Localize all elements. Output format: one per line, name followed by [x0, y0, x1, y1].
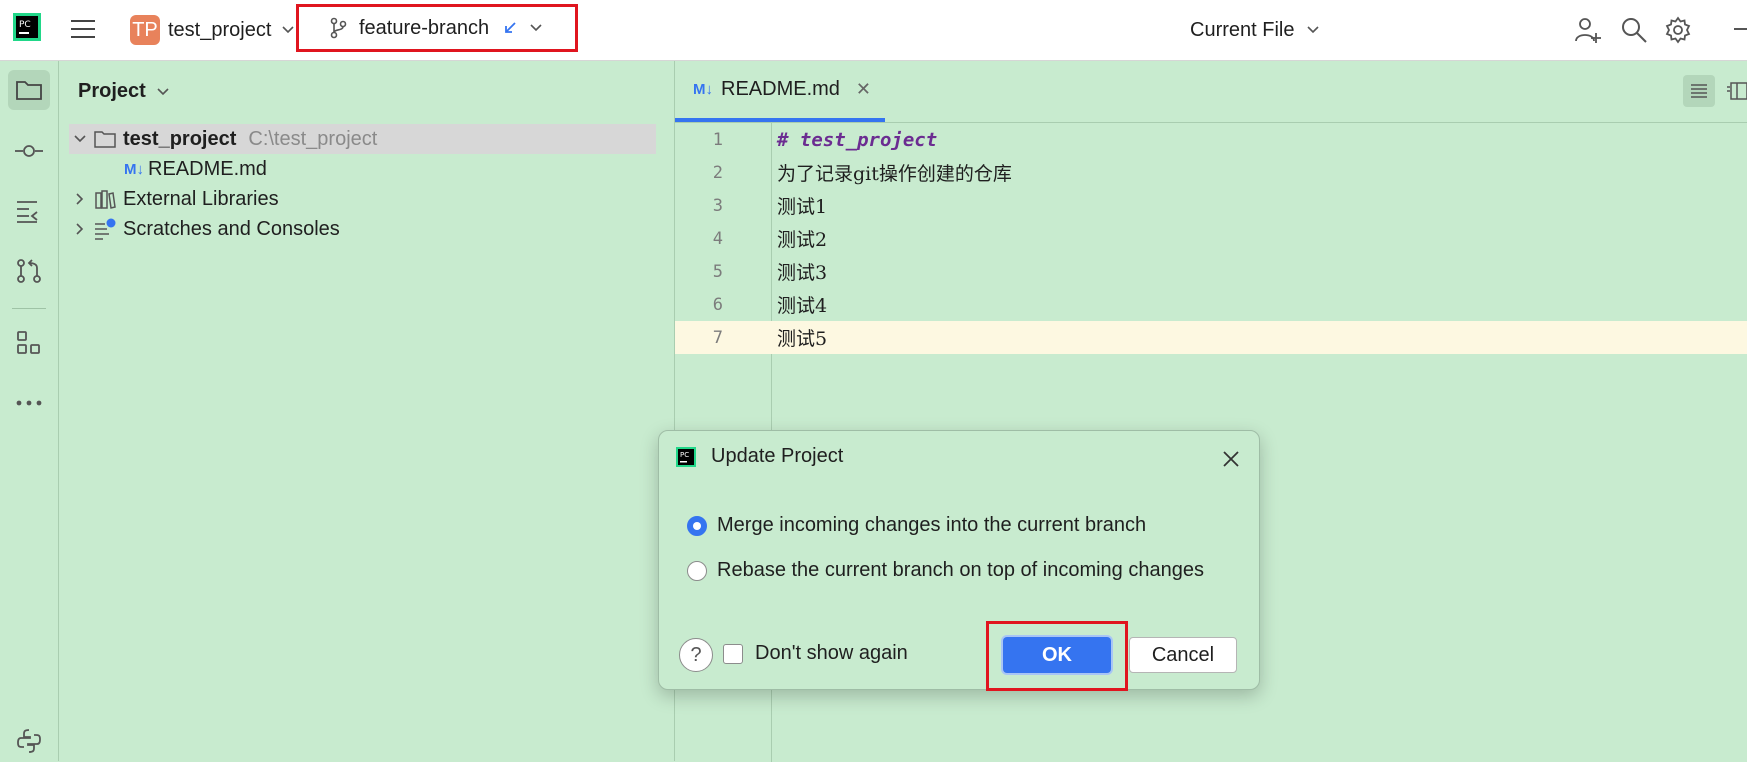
dont-show-again-label: Don't show again: [755, 642, 908, 664]
rebase-radio[interactable]: [687, 560, 707, 581]
python-icon[interactable]: [8, 721, 50, 761]
branch-icon: [329, 17, 347, 39]
rebase-option-label: Rebase the current branch on top of inco…: [717, 559, 1204, 581]
code-text: 测试1: [777, 196, 828, 218]
incoming-arrow-icon: [503, 21, 517, 35]
pull-requests-icon[interactable]: [8, 251, 50, 291]
code-text: 测试3: [777, 262, 828, 284]
line-number: 5: [712, 261, 723, 282]
dialog-title: Update Project: [711, 445, 844, 467]
checkbox-box[interactable]: [723, 643, 743, 664]
svg-text:PC: PC: [19, 20, 31, 30]
branch-selector[interactable]: feature-branch: [296, 4, 578, 52]
tree-item-scratches[interactable]: Scratches and Consoles: [69, 214, 340, 244]
editor-tab-bar: M↓ README.md ✕: [675, 61, 1747, 123]
run-configuration-selector[interactable]: Current File: [1190, 14, 1320, 46]
code-text: 测试2: [777, 229, 828, 251]
project-panel-header[interactable]: Project: [59, 61, 674, 122]
tree-item-label: test_project: [123, 127, 237, 150]
main-menu-icon[interactable]: [70, 14, 104, 44]
project-selector[interactable]: TP test_project: [130, 14, 295, 46]
minimize-icon[interactable]: [1734, 28, 1747, 30]
markdown-icon: M↓: [124, 160, 144, 178]
line-number: 2: [712, 162, 723, 183]
code-line[interactable]: 1 # test_project: [675, 123, 1747, 156]
code-line[interactable]: 2 为了记录git操作创建的仓库: [675, 156, 1747, 189]
line-number: 7: [712, 327, 723, 348]
line-number: 3: [712, 195, 723, 216]
project-panel: Project test_project C:\test_project M↓ …: [59, 61, 675, 761]
code-line[interactable]: 3 测试1: [675, 189, 1747, 222]
code-text: 测试4: [777, 295, 828, 317]
dialog-title-bar: PC Update Project: [675, 445, 843, 468]
tree-item-external-libraries[interactable]: External Libraries: [69, 184, 279, 214]
title-bar: PC TP test_project feature-branch Curren…: [0, 0, 1747, 61]
chevron-down-icon[interactable]: [69, 134, 91, 144]
tab-label: README.md: [721, 78, 840, 100]
update-project-dialog: PC Update Project Merge incoming changes…: [658, 430, 1260, 691]
settings-gear-icon[interactable]: [1662, 14, 1694, 46]
search-icon[interactable]: [1618, 14, 1650, 46]
run-config-label: Current File: [1190, 18, 1295, 41]
tree-item-test-project[interactable]: test_project C:\test_project: [69, 124, 656, 154]
chevron-down-icon: [1306, 25, 1320, 35]
help-button[interactable]: ?: [679, 638, 713, 672]
cancel-button[interactable]: Cancel: [1129, 637, 1237, 673]
code-line-current[interactable]: 7 测试5: [675, 321, 1747, 354]
chevron-down-icon: [529, 23, 543, 33]
code-line[interactable]: 5 测试3: [675, 255, 1747, 288]
merge-radio[interactable]: [687, 515, 707, 536]
project-panel-title: Project: [78, 80, 146, 102]
svg-text:PC: PC: [680, 451, 689, 459]
commit-icon[interactable]: [8, 131, 50, 171]
tree-item-label: README.md: [148, 157, 267, 180]
chevron-right-icon[interactable]: [69, 192, 91, 206]
scratches-icon: [91, 218, 119, 240]
more-icon[interactable]: [8, 383, 50, 423]
code-text: # test_project: [777, 128, 938, 151]
project-badge: TP: [130, 15, 160, 45]
folder-icon: [91, 130, 119, 148]
tree-item-readme[interactable]: M↓ README.md: [124, 154, 267, 184]
folder-icon[interactable]: [8, 70, 50, 110]
chevron-down-icon: [281, 25, 295, 35]
ok-button[interactable]: OK: [1003, 637, 1111, 673]
reader-mode-icon[interactable]: [1683, 75, 1715, 107]
close-tab-icon[interactable]: ✕: [856, 79, 871, 100]
rebase-option[interactable]: Rebase the current branch on top of inco…: [687, 559, 1204, 582]
code-line[interactable]: 4 测试2: [675, 222, 1747, 255]
tree-item-path: C:\test_project: [248, 127, 378, 150]
tab-readme[interactable]: M↓ README.md ✕: [675, 61, 885, 122]
split-view-icon[interactable]: [1727, 81, 1747, 101]
dont-show-again-checkbox[interactable]: Don't show again: [723, 642, 908, 665]
tool-window-strip: [0, 61, 59, 761]
close-icon[interactable]: [1217, 445, 1245, 473]
toolstrip-divider: [12, 308, 46, 309]
plugins-icon[interactable]: [8, 323, 50, 363]
tree-item-label: Scratches and Consoles: [123, 217, 340, 240]
merge-option-label: Merge incoming changes into the current …: [717, 514, 1147, 536]
chevron-right-icon[interactable]: [69, 222, 91, 236]
code-text: 为了记录git操作创建的仓库: [777, 163, 1012, 185]
add-user-icon[interactable]: [1572, 14, 1604, 46]
line-number: 6: [712, 294, 723, 315]
tree-item-label: External Libraries: [123, 187, 279, 210]
pycharm-logo-icon: PC: [675, 446, 697, 468]
chevron-down-icon: [156, 87, 170, 97]
code-text: 测试5: [777, 328, 828, 350]
library-icon: [91, 189, 119, 209]
structure-icon[interactable]: [8, 191, 50, 231]
markdown-icon: M↓: [693, 81, 713, 98]
line-number: 1: [712, 129, 723, 150]
merge-option[interactable]: Merge incoming changes into the current …: [687, 514, 1146, 537]
pycharm-logo-icon[interactable]: PC: [12, 12, 42, 42]
branch-name: feature-branch: [359, 16, 490, 39]
code-line[interactable]: 6 测试4: [675, 288, 1747, 321]
project-name: test_project: [168, 18, 272, 41]
line-number: 4: [712, 228, 723, 249]
